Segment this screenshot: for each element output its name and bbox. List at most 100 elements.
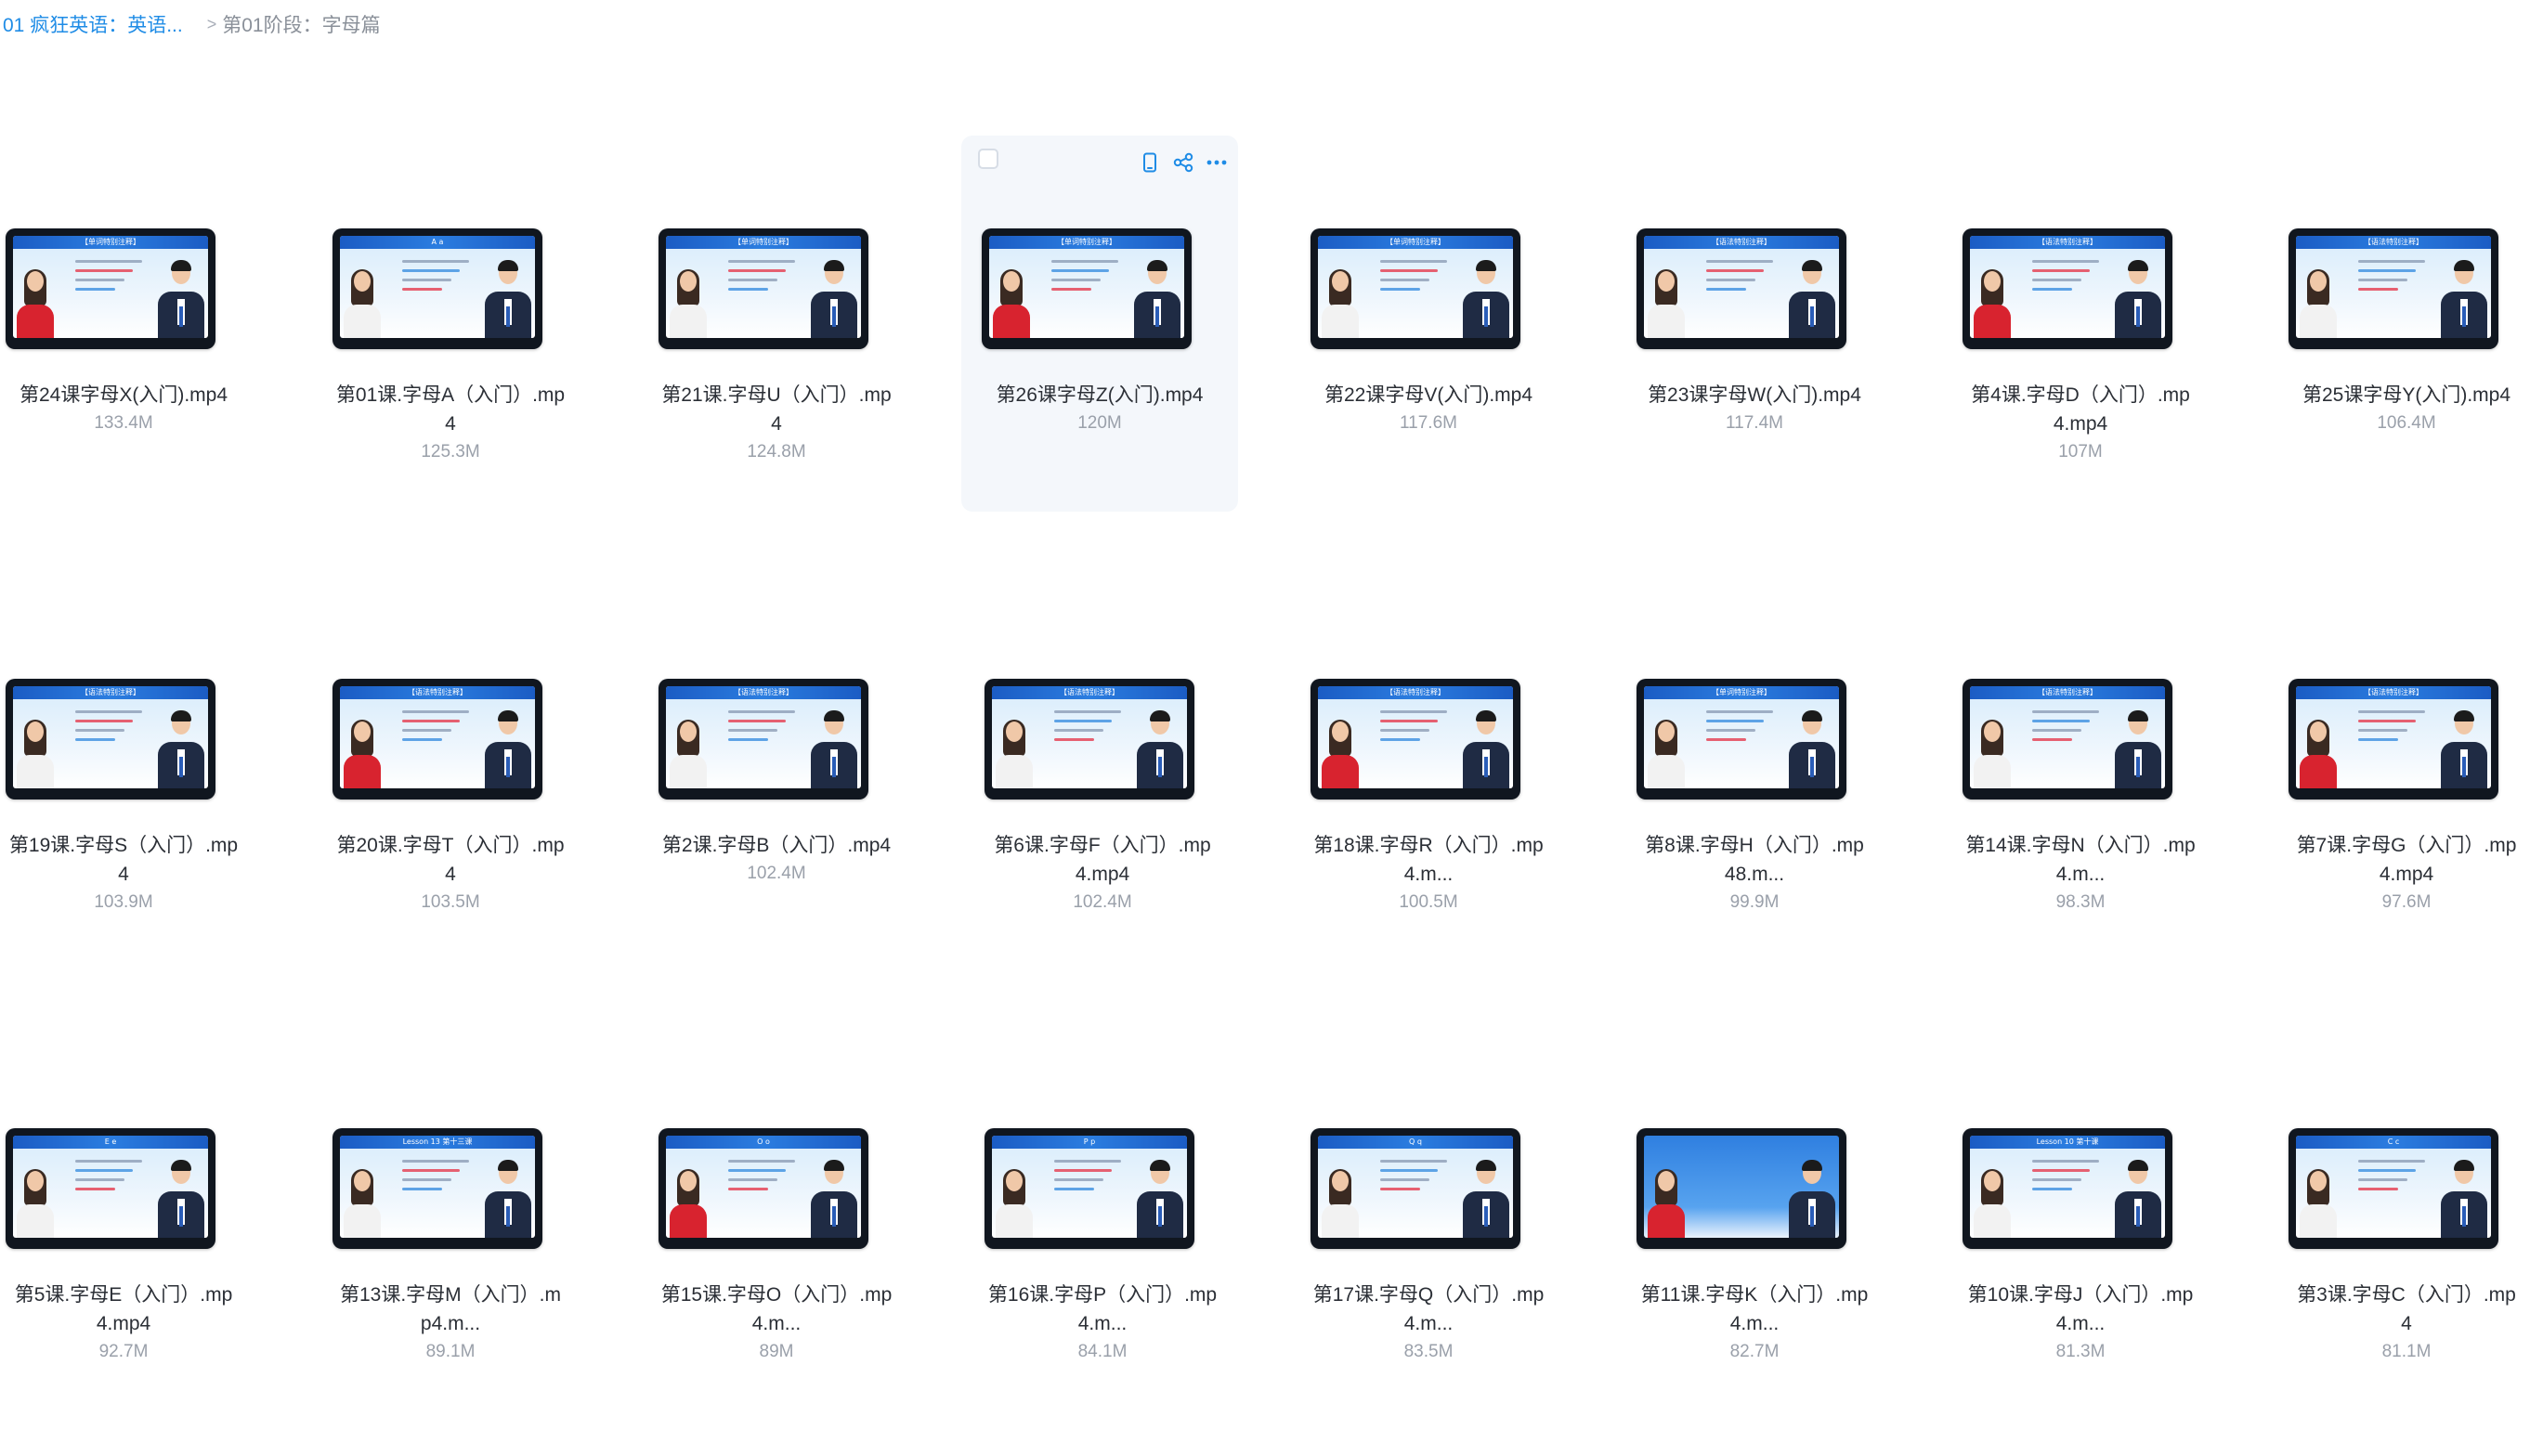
file-name[interactable]: 第16课.字母P（入门）.mp 4.m... xyxy=(964,1280,1241,1338)
video-thumbnail[interactable]: 【语法特别注释】 xyxy=(1311,679,1520,800)
thumbnail-text-lines xyxy=(1706,710,1780,748)
video-thumbnail[interactable]: O o xyxy=(659,1128,868,1249)
file-card[interactable]: Lesson 13 第十三课 第13课.字母M（入门）.m p4.m... 89.1M xyxy=(312,1035,589,1411)
file-name[interactable]: 第20课.字母T（入门）.mp 4 xyxy=(312,831,589,889)
video-thumbnail[interactable] xyxy=(1637,1128,1846,1249)
thumbnail-slide: 【语法特别注释】 xyxy=(1970,686,2165,788)
file-size: 97.6M xyxy=(2381,892,2432,912)
file-card[interactable]: 【语法特别注释】 第25课字母Y(入门).mp4 106.4M xyxy=(2268,136,2530,512)
video-thumbnail[interactable]: C c xyxy=(2289,1128,2498,1249)
video-thumbnail[interactable]: 【语法特别注释】 xyxy=(333,679,542,800)
file-name[interactable]: 第6课.字母F（入门）.mp 4.mp4 xyxy=(964,831,1241,889)
file-card[interactable]: Lesson 10 第十课 第10课.字母J（入门）.mp 4.m... 81.3M xyxy=(1942,1035,2219,1411)
file-card[interactable]: 【单词特别注释】 第8课.字母H（入门）.mp 48.m... 99.9M xyxy=(1616,586,1893,962)
video-thumbnail[interactable]: 【语法特别注释】 xyxy=(1963,679,2172,800)
breadcrumb-root-link[interactable]: 01 疯狂英语：英语... xyxy=(0,10,183,38)
presenter-female xyxy=(344,1169,381,1238)
file-name[interactable]: 第11课.字母K（入门）.mp 4.m... xyxy=(1616,1280,1893,1338)
file-name-line: 第01课.字母A（入门）.mp xyxy=(335,384,566,406)
video-thumbnail[interactable]: 【单词特别注释】 xyxy=(982,228,1192,349)
video-thumbnail[interactable]: 【语法特别注释】 xyxy=(659,679,868,800)
file-card[interactable]: C c 第3课.字母C（入门）.mp 4 81.1M xyxy=(2268,1035,2530,1411)
file-name[interactable]: 第2课.字母B（入门）.mp4 xyxy=(638,831,915,860)
file-card[interactable]: 【单词特别注释】 第22课字母V(入门).mp4 117.6M xyxy=(1290,136,1567,512)
file-card[interactable]: E e 第5课.字母E（入门）.mp 4.mp4 92.7M xyxy=(0,1035,262,1411)
file-name[interactable]: 第26课字母Z(入门).mp4 xyxy=(961,381,1238,410)
file-card[interactable]: 【语法特别注释】 第6课.字母F（入门）.mp 4.mp4 102.4M xyxy=(964,586,1241,962)
thumbnail-slide: 【语法特别注释】 xyxy=(2296,686,2491,788)
file-card[interactable]: O o 第15课.字母O（入门）.mp 4.m... 89M xyxy=(638,1035,915,1411)
file-card[interactable]: Q q 第17课.字母Q（入门）.mp 4.m... 83.5M xyxy=(1290,1035,1567,1411)
file-name[interactable]: 第4课.字母D（入门）.mp 4.mp4 xyxy=(1942,381,2219,438)
video-thumbnail[interactable]: 【单词特别注释】 xyxy=(659,228,868,349)
video-thumbnail[interactable]: 【语法特别注释】 xyxy=(2289,228,2498,349)
file-card[interactable]: 【单词特别注释】 第21课.字母U（入门）.mp 4 124.8M xyxy=(638,136,915,512)
thumbnail-slide: 【语法特别注释】 xyxy=(1318,686,1513,788)
video-thumbnail[interactable]: A a xyxy=(333,228,542,349)
file-card[interactable]: 【语法特别注释】 第14课.字母N（入门）.mp 4.m... 98.3M xyxy=(1942,586,2219,962)
file-name[interactable]: 第01课.字母A（入门）.mp 4 xyxy=(312,381,589,438)
file-name[interactable]: 第25课字母Y(入门).mp4 xyxy=(2268,381,2530,410)
file-card[interactable]: 【单词特别注释】 第24课字母X(入门).mp4 133.4M xyxy=(0,136,262,512)
thumbnail-text-lines xyxy=(1380,710,1454,748)
file-card[interactable]: P p 第16课.字母P（入门）.mp 4.m... 84.1M xyxy=(964,1035,1241,1411)
file-card[interactable]: 【语法特别注释】 第18课.字母R（入门）.mp 4.m... 100.5M xyxy=(1290,586,1567,962)
thumbnail-text-lines xyxy=(75,1160,150,1197)
video-thumbnail[interactable]: P p xyxy=(985,1128,1194,1249)
file-name[interactable]: 第13课.字母M（入门）.m p4.m... xyxy=(312,1280,589,1338)
file-name[interactable]: 第5课.字母E（入门）.mp 4.mp4 xyxy=(0,1280,262,1338)
file-name-line: 第2课.字母B（入门）.mp4 xyxy=(661,835,892,856)
file-name[interactable]: 第21课.字母U（入门）.mp 4 xyxy=(638,381,915,438)
more-icon[interactable] xyxy=(1203,149,1231,176)
file-name[interactable]: 第22课字母V(入门).mp4 xyxy=(1290,381,1567,410)
file-card[interactable]: 【语法特别注释】 第20课.字母T（入门）.mp 4 103.5M xyxy=(312,586,589,962)
presenter-male xyxy=(158,260,204,338)
file-card[interactable]: 【语法特别注释】 第4课.字母D（入门）.mp 4.mp4 107M xyxy=(1942,136,2219,512)
file-card[interactable]: 第11课.字母K（入门）.mp 4.m... 82.7M xyxy=(1616,1035,1893,1411)
file-name-line: 第18课.字母R（入门）.mp xyxy=(1313,835,1544,856)
file-card[interactable]: 【语法特别注释】 第19课.字母S（入门）.mp 4 103.9M xyxy=(0,586,262,962)
file-name[interactable]: 第3课.字母C（入门）.mp 4 xyxy=(2268,1280,2530,1338)
presenter-male xyxy=(1789,260,1835,338)
video-thumbnail[interactable]: 【语法特别注释】 xyxy=(985,679,1194,800)
video-thumbnail[interactable]: 【语法特别注释】 xyxy=(1637,228,1846,349)
thumbnail-slide-title: O o xyxy=(666,1136,861,1149)
thumbnail-slide-title: C c xyxy=(2296,1136,2491,1149)
file-card[interactable]: 【单词特别注释】 第26课字母Z(入门).mp4 120M xyxy=(961,136,1238,512)
share-icon[interactable] xyxy=(1169,149,1197,176)
file-card[interactable]: 【语法特别注释】第7课.字母G（入门）.mp 4.mp4 97.6M xyxy=(2268,586,2530,962)
file-name[interactable]: 第23课字母W(入门).mp4 xyxy=(1616,381,1893,410)
video-thumbnail[interactable]: 【语法特别注释】 xyxy=(6,679,215,800)
thumbnail-text-lines xyxy=(2032,260,2106,297)
file-name-line: 第19课.字母S（入门）.mp xyxy=(8,835,239,856)
file-card[interactable]: 【语法特别注释】 第23课字母W(入门).mp4 117.4M xyxy=(1616,136,1893,512)
video-thumbnail[interactable]: 【单词特别注释】 xyxy=(1311,228,1520,349)
file-name[interactable]: 第15课.字母O（入门）.mp 4.m... xyxy=(638,1280,915,1338)
file-name-line: 第6课.字母F（入门）.mp xyxy=(994,835,1211,856)
file-name[interactable]: 第10课.字母J（入门）.mp 4.m... xyxy=(1942,1280,2219,1338)
phone-icon[interactable] xyxy=(1136,149,1164,176)
presenter-female xyxy=(1322,269,1359,338)
file-name[interactable]: 第8课.字母H（入门）.mp 48.m... xyxy=(1616,831,1893,889)
file-name[interactable]: 第19课.字母S（入门）.mp 4 xyxy=(0,831,262,889)
file-name[interactable]: 第7课.字母G（入门）.mp 4.mp4 xyxy=(2268,831,2530,889)
presenter-male xyxy=(1789,710,1835,788)
file-card[interactable]: A a 第01课.字母A（入门）.mp 4 125.3M xyxy=(312,136,589,512)
video-thumbnail[interactable]: Q q xyxy=(1311,1128,1520,1249)
video-thumbnail[interactable]: 【语法特别注释】 xyxy=(1963,228,2172,349)
video-thumbnail[interactable]: Lesson 10 第十课 xyxy=(1963,1128,2172,1249)
video-thumbnail[interactable]: 【单词特别注释】 xyxy=(6,228,215,349)
thumbnail-slide: 【语法特别注释】 xyxy=(13,686,208,788)
file-name[interactable]: 第24课字母X(入门).mp4 xyxy=(0,381,262,410)
thumbnail-slide: 【单词特别注释】 xyxy=(989,236,1184,338)
file-card[interactable]: 【语法特别注释】 第2课.字母B（入门）.mp4 102.4M xyxy=(638,586,915,962)
video-thumbnail[interactable]: Lesson 13 第十三课 xyxy=(333,1128,542,1249)
video-thumbnail[interactable]: E e xyxy=(6,1128,215,1249)
video-thumbnail[interactable]: 【单词特别注释】 xyxy=(1637,679,1846,800)
file-name[interactable]: 第18课.字母R（入门）.mp 4.m... xyxy=(1290,831,1567,889)
file-name-line: 4.m... xyxy=(1729,1313,1780,1334)
file-select-checkbox[interactable] xyxy=(978,149,998,169)
file-name[interactable]: 第14课.字母N（入门）.mp 4.m... xyxy=(1942,831,2219,889)
file-name[interactable]: 第17课.字母Q（入门）.mp 4.m... xyxy=(1290,1280,1567,1338)
video-thumbnail[interactable]: 【语法特别注释】 xyxy=(2289,679,2498,800)
